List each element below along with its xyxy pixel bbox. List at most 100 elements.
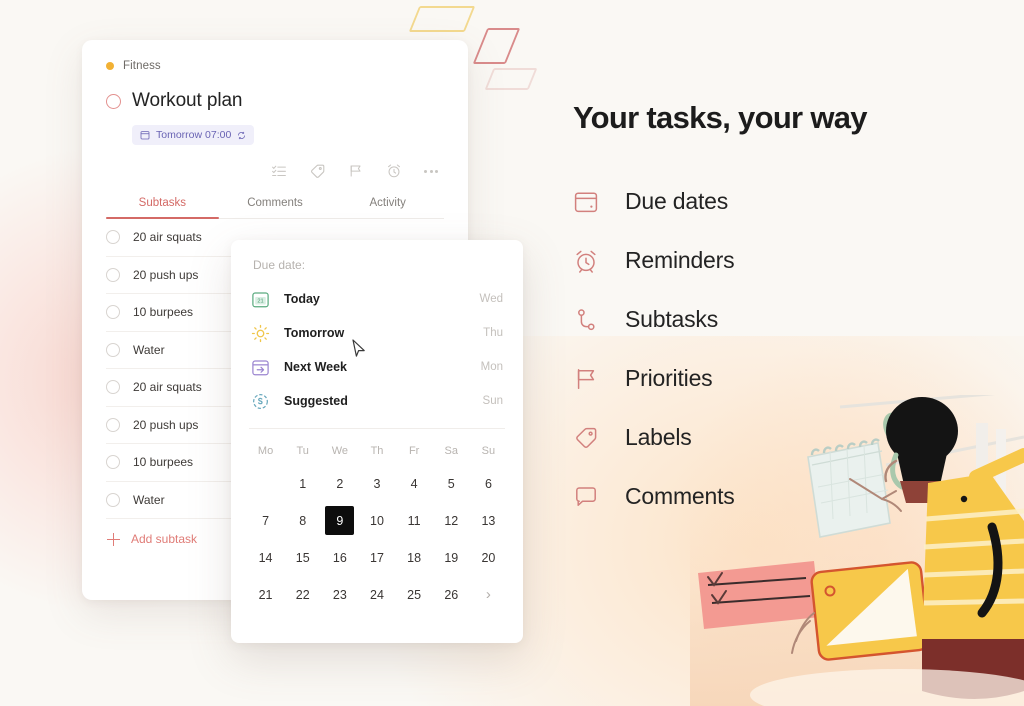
quick-date-day: Sun — [482, 395, 503, 407]
calendar-cell[interactable]: 26 — [433, 578, 470, 611]
subtask-checkbox[interactable] — [106, 380, 120, 395]
calendar-cell[interactable]: 3 — [358, 467, 395, 500]
subtask-list-icon[interactable] — [271, 163, 287, 179]
calendar-cell[interactable]: 14 — [247, 541, 284, 574]
calendar-day-number: 19 — [444, 550, 459, 565]
alarm-clock-icon[interactable] — [386, 163, 402, 179]
sun-icon — [251, 324, 270, 343]
subtask-checkbox[interactable] — [106, 417, 120, 432]
calendar-weekday: Fr — [408, 445, 420, 457]
calendar-cell[interactable]: 2 — [321, 467, 358, 500]
headline: Your tasks, your way — [573, 100, 868, 135]
quick-date-option-next-week[interactable]: Next Week Mon — [251, 350, 503, 384]
calendar-day-number: 2 — [336, 476, 344, 491]
calendar-cell[interactable]: 23 — [321, 578, 358, 611]
deco-parallelogram-pale — [484, 68, 538, 90]
calendar-cell[interactable]: 24 — [358, 578, 395, 611]
calendar-cell[interactable]: 11 — [396, 504, 433, 537]
quick-date-label: Tomorrow — [284, 326, 345, 340]
feature-label: Labels — [625, 424, 692, 450]
subtask-label: 20 air squats — [133, 230, 202, 245]
subtask-checkbox[interactable] — [106, 342, 120, 357]
due-date-chip[interactable]: Tomorrow 07:00 — [132, 125, 255, 145]
subtask-label: Water — [133, 492, 165, 507]
subtask-checkbox[interactable] — [106, 492, 120, 507]
calendar-day-grid: 1 2 3 4 5 6 7 8 9 10 11 12 13 14 15 16 17 18 19 20 21 22 23 24 2… — [247, 467, 507, 611]
tab-comments[interactable]: Comments — [219, 197, 332, 218]
project-color-dot — [106, 62, 114, 70]
tab-activity[interactable]: Activity — [331, 197, 444, 218]
calendar-cell[interactable]: 15 — [284, 541, 321, 574]
calendar-cell[interactable]: 25 — [396, 578, 433, 611]
calendar-day-number: 26 — [444, 587, 459, 602]
feature-item-subtasks: Subtasks — [573, 290, 993, 349]
calendar-cell[interactable]: 8 — [284, 504, 321, 537]
svg-text:21: 21 — [257, 298, 263, 304]
calendar-cell[interactable]: 1 — [284, 467, 321, 500]
calendar-cell[interactable]: 16 — [321, 541, 358, 574]
flag-icon — [573, 366, 599, 392]
task-complete-checkbox[interactable] — [106, 93, 121, 109]
subtask-checkbox[interactable] — [106, 455, 120, 470]
calendar-day-number: 3 — [373, 476, 381, 491]
flag-icon[interactable] — [348, 163, 364, 179]
calendar-cell[interactable]: 12 — [433, 504, 470, 537]
calendar-day-number: 20 — [481, 550, 496, 565]
calendar-cell[interactable]: 5 — [433, 467, 470, 500]
tag-icon[interactable] — [309, 163, 326, 180]
calendar-cell[interactable]: 10 — [358, 504, 395, 537]
calendar-cell[interactable]: 4 — [396, 467, 433, 500]
subtask-label: 20 push ups — [133, 417, 199, 432]
repeat-icon — [237, 131, 246, 140]
project-breadcrumb[interactable]: Fitness — [106, 56, 444, 76]
subtask-label: 10 burpees — [133, 455, 194, 470]
subtask-checkbox[interactable] — [106, 305, 120, 320]
more-options-icon[interactable] — [424, 169, 438, 173]
calendar-day-number: 16 — [332, 550, 347, 565]
calendar-weekday: Sa — [444, 445, 458, 457]
quick-date-label: Next Week — [284, 360, 347, 374]
calendar-cell[interactable]: 19 — [433, 541, 470, 574]
calendar-cell[interactable]: 22 — [284, 578, 321, 611]
calendar-next-month-icon[interactable]: › — [470, 578, 507, 611]
feature-label: Priorities — [625, 365, 713, 391]
feature-label: Due dates — [625, 188, 729, 214]
tab-comments-label: Comments — [247, 197, 303, 209]
calendar-cell[interactable]: 17 — [358, 541, 395, 574]
calendar-day-number: 17 — [370, 550, 384, 565]
tab-subtasks[interactable]: Subtasks — [106, 197, 219, 219]
calendar-cell[interactable]: 7 — [247, 504, 284, 537]
calendar-cell-selected[interactable]: 9 — [321, 504, 358, 537]
calendar-arrow-icon — [251, 358, 270, 377]
quick-date-option-tomorrow[interactable]: Tomorrow Thu — [251, 316, 503, 350]
feature-item-due-dates: Due dates — [573, 172, 993, 231]
quick-date-option-today[interactable]: 21 Today Wed — [251, 282, 503, 316]
subtask-checkbox[interactable] — [106, 267, 120, 282]
calendar-cell[interactable]: 21 — [247, 578, 284, 611]
feature-label: Subtasks — [625, 306, 719, 332]
quick-date-day: Mon — [480, 361, 503, 373]
feature-panel: Your tasks, your way Due dates Reminders… — [573, 100, 993, 526]
calendar-cell[interactable]: 13 — [470, 504, 507, 537]
feature-item-reminders: Reminders — [573, 231, 993, 290]
calendar-cell[interactable]: 6 — [470, 467, 507, 500]
suggested-sparkle-icon — [251, 392, 270, 411]
due-date-popover: Due date: 21 Today Wed Tomorrow Thu Next… — [231, 240, 523, 643]
calendar-cell[interactable]: 20 — [470, 541, 507, 574]
calendar-day-number: 21 — [258, 587, 273, 602]
subtask-checkbox[interactable] — [106, 230, 120, 245]
task-tabs: Subtasks Comments Activity — [106, 197, 444, 219]
calendar-due-date-icon — [573, 189, 599, 215]
calendar-cell[interactable]: 18 — [396, 541, 433, 574]
calendar-day-number: 25 — [407, 587, 422, 602]
subtask-label: 20 air squats — [133, 380, 202, 395]
calendar-day-number: 22 — [295, 587, 310, 602]
deco-parallelogram-yellow — [408, 6, 476, 32]
quick-date-options: 21 Today Wed Tomorrow Thu Next Week Mon … — [231, 282, 523, 418]
calendar-day-number: 13 — [481, 513, 496, 528]
quick-date-option-suggested[interactable]: Suggested Sun — [251, 384, 503, 418]
calendar-day-number: 12 — [444, 513, 459, 528]
quick-date-day: Thu — [483, 327, 503, 339]
subtask-label: 20 push ups — [133, 267, 199, 282]
calendar: Mo Tu We Th Fr Sa Su 1 2 3 4 5 6 7 8 9 10 11 12 13 14… — [231, 429, 523, 611]
